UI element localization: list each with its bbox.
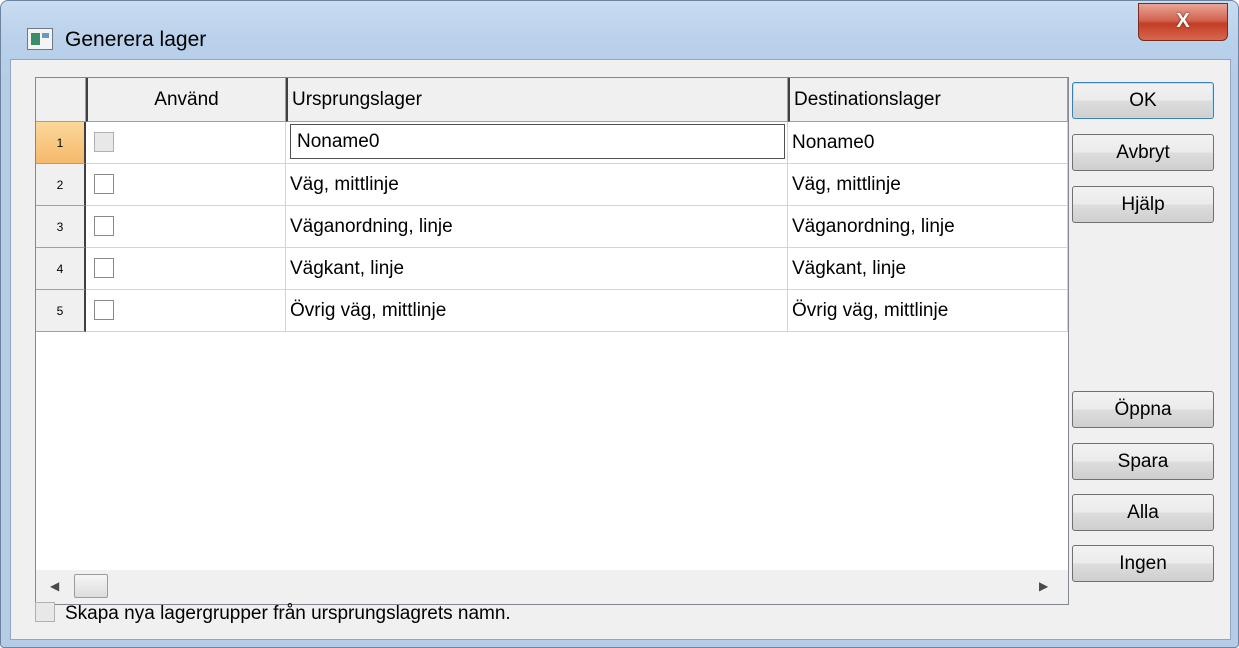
- row-number[interactable]: 3: [36, 206, 86, 248]
- scroll-left-arrow-icon[interactable]: ◀: [50, 579, 59, 593]
- scroll-right-arrow-icon[interactable]: ▶: [1039, 579, 1048, 593]
- destinationslager-cell[interactable]: Övrig väg, mittlinje: [788, 290, 1068, 332]
- alla-button[interactable]: Alla: [1072, 494, 1214, 531]
- anvand-checkbox[interactable]: [94, 132, 114, 152]
- close-button[interactable]: X: [1138, 3, 1228, 41]
- anvand-cell: [86, 206, 286, 248]
- table-row: 4 Vägkant, linje Vägkant, linje: [36, 248, 1068, 290]
- row-number[interactable]: 1: [36, 122, 86, 164]
- spara-button[interactable]: Spara: [1072, 443, 1214, 480]
- anvand-cell: [86, 122, 286, 164]
- row-number[interactable]: 4: [36, 248, 86, 290]
- layer-grid: Använd Ursprungslager Destinationslager …: [35, 77, 1069, 605]
- table-row: 3 Väganordning, linje Väganordning, linj…: [36, 206, 1068, 248]
- ursprungslager-cell[interactable]: Väganordning, linje: [286, 206, 788, 248]
- create-layer-groups-label[interactable]: Skapa nya lagergrupper från ursprungslag…: [65, 599, 511, 629]
- table-row: 5 Övrig väg, mittlinje Övrig väg, mittli…: [36, 290, 1068, 332]
- anvand-cell: [86, 248, 286, 290]
- column-header-anvand[interactable]: Använd: [86, 78, 286, 122]
- destinationslager-cell[interactable]: Väg, mittlinje: [788, 164, 1068, 206]
- avbryt-button[interactable]: Avbryt: [1072, 134, 1214, 171]
- create-layer-groups-checkbox[interactable]: [35, 602, 55, 622]
- ursprungslager-edit-field[interactable]: Noname0: [290, 124, 785, 159]
- destinationslager-cell[interactable]: Vägkant, linje: [788, 248, 1068, 290]
- oppna-button[interactable]: Öppna: [1072, 391, 1214, 428]
- anvand-cell: [86, 164, 286, 206]
- scrollbar-thumb[interactable]: [74, 574, 108, 598]
- anvand-checkbox[interactable]: [94, 258, 114, 278]
- ok-button[interactable]: OK: [1072, 82, 1214, 119]
- anvand-checkbox[interactable]: [94, 216, 114, 236]
- ursprungslager-cell[interactable]: Övrig väg, mittlinje: [286, 290, 788, 332]
- ingen-button[interactable]: Ingen: [1072, 545, 1214, 582]
- hjalp-button[interactable]: Hjälp: [1072, 186, 1214, 223]
- table-row: 1 Noname0 Noname0: [36, 122, 1068, 164]
- dialog-client-area: Använd Ursprungslager Destinationslager …: [10, 59, 1231, 640]
- column-header-ursprungslager[interactable]: Ursprungslager: [286, 78, 788, 122]
- anvand-checkbox[interactable]: [94, 174, 114, 194]
- app-icon: [27, 28, 53, 50]
- column-header-destinationslager[interactable]: Destinationslager: [788, 78, 1068, 122]
- table-row: 2 Väg, mittlinje Väg, mittlinje: [36, 164, 1068, 206]
- dialog-window: Generera lager X Använd Ursprungslager D…: [0, 0, 1239, 648]
- anvand-cell: [86, 290, 286, 332]
- ursprungslager-cell[interactable]: Noname0: [286, 122, 788, 164]
- title-bar[interactable]: Generera lager X: [1, 1, 1238, 59]
- row-number[interactable]: 2: [36, 164, 86, 206]
- grid-corner-header[interactable]: [36, 78, 86, 122]
- ursprungslager-cell[interactable]: Väg, mittlinje: [286, 164, 788, 206]
- window-title: Generera lager: [65, 28, 207, 51]
- destinationslager-cell[interactable]: Väganordning, linje: [788, 206, 1068, 248]
- ursprungslager-cell[interactable]: Vägkant, linje: [286, 248, 788, 290]
- destinationslager-cell[interactable]: Noname0: [788, 122, 1068, 164]
- row-number[interactable]: 5: [36, 290, 86, 332]
- anvand-checkbox[interactable]: [94, 300, 114, 320]
